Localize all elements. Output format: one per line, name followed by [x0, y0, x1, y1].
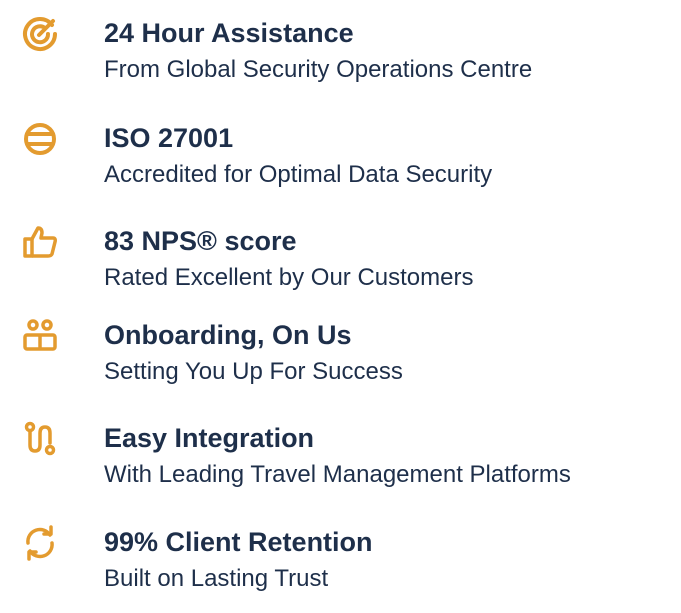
feature-title: Onboarding, On Us	[104, 320, 352, 350]
feature-easy-integration: Easy Integration With Leading Travel Man…	[0, 419, 681, 509]
feature-24-hour-assistance: 24 Hour Assistance From Global Security …	[0, 14, 681, 104]
feature-subtitle: Built on Lasting Trust	[104, 565, 329, 592]
route-icon	[20, 419, 60, 459]
feature-title: ISO 27001	[104, 123, 234, 153]
feature-onboarding: Onboarding, On Us Setting You Up For Suc…	[0, 316, 681, 406]
feature-client-retention: 99% Client Retention Built on Lasting Tr…	[0, 523, 681, 613]
feature-subtitle: Accredited for Optimal Data Security	[104, 161, 493, 188]
feature-subtitle: Setting You Up For Success	[104, 358, 403, 385]
feature-title: Easy Integration	[104, 423, 315, 453]
feature-subtitle: From Global Security Operations Centre	[104, 56, 533, 83]
people-icon	[20, 316, 60, 356]
feature-title: 83 NPS® score	[104, 226, 297, 256]
feature-iso-27001: ISO 27001 Accredited for Optimal Data Se…	[0, 119, 681, 209]
globe-icon	[20, 119, 60, 159]
thumbs-up-icon	[20, 222, 60, 262]
feature-title: 24 Hour Assistance	[104, 18, 354, 48]
feature-subtitle: Rated Excellent by Our Customers	[104, 264, 474, 291]
refresh-icon	[20, 523, 60, 563]
feature-nps-score: 83 NPS® score Rated Excellent by Our Cus…	[0, 222, 681, 312]
feature-title: 99% Client Retention	[104, 527, 373, 557]
feature-subtitle: With Leading Travel Management Platforms	[104, 461, 571, 488]
target-icon	[20, 14, 60, 54]
